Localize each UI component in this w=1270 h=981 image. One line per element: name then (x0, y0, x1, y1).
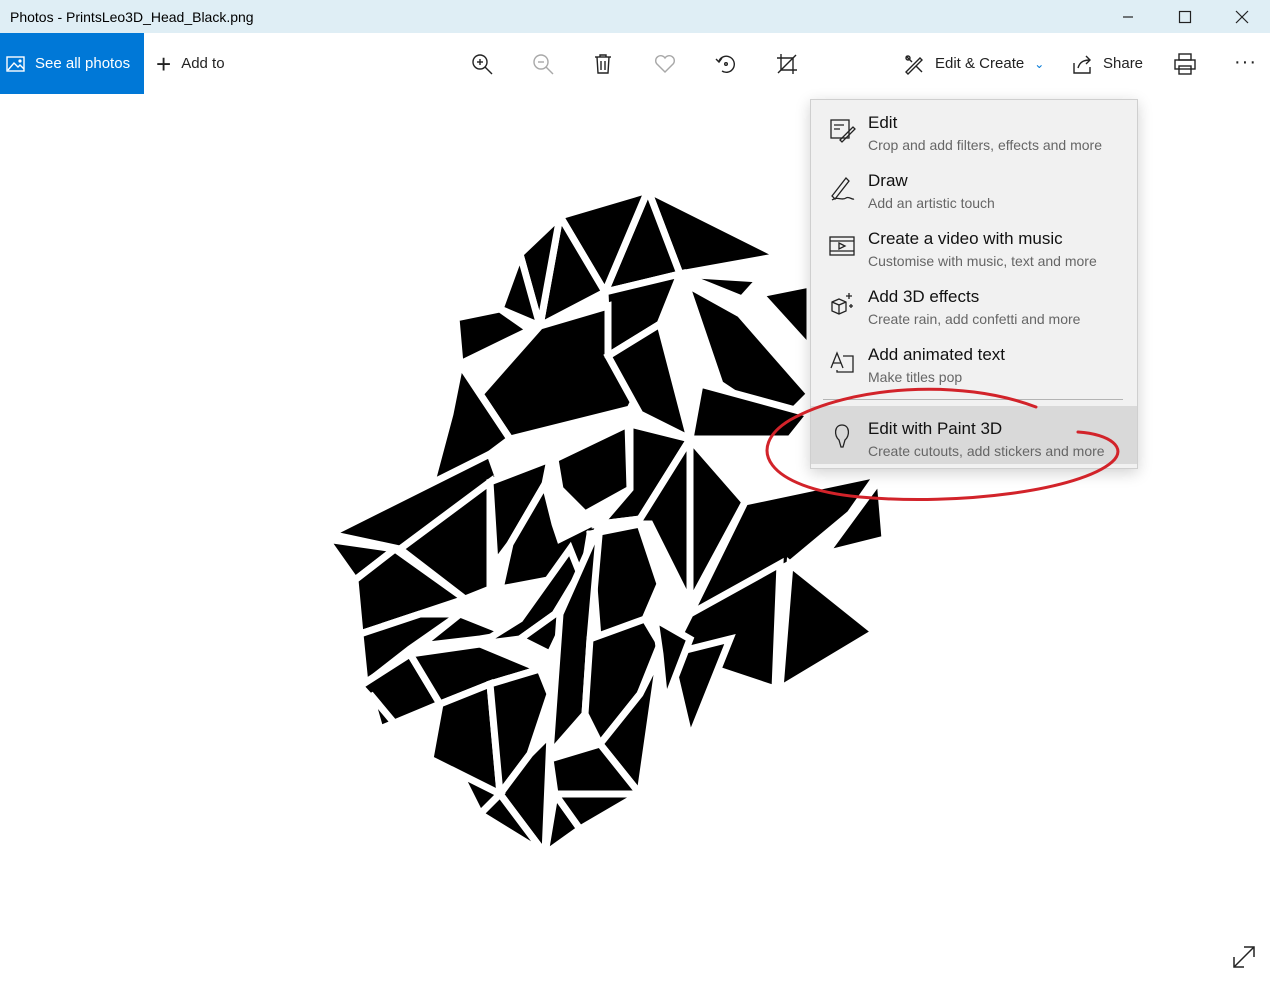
pen-icon (828, 174, 856, 202)
minimize-icon (1122, 15, 1133, 18)
zoom-out-button[interactable] (530, 51, 556, 77)
zoom-in-button[interactable] (469, 51, 495, 77)
share-icon (1073, 55, 1091, 74)
close-button[interactable] (1213, 0, 1270, 33)
menu-item-create-video-desc: Customise with music, text and more (868, 253, 1097, 269)
menu-item-paint3d-label: Edit with Paint 3D (868, 419, 1003, 438)
menu-item-draw-desc: Add an artistic touch (868, 195, 995, 211)
menu-item-3d-effects-desc: Create rain, add confetti and more (868, 311, 1081, 327)
fullscreen-button[interactable] (1230, 943, 1258, 971)
menu-item-animated-text-label: Add animated text (868, 345, 1006, 364)
menu-item-animated-text[interactable]: Add animated text Make titles pop (811, 332, 1137, 390)
crop-button[interactable] (774, 51, 800, 77)
zoom-out-icon (533, 54, 554, 75)
plus-icon: + (156, 48, 172, 79)
edit-create-button[interactable]: Edit & Create ⌄ (903, 33, 1044, 94)
chevron-down-icon: ⌄ (1034, 56, 1045, 71)
more-options-button[interactable]: ··· (1234, 51, 1257, 74)
edit-create-icon (905, 54, 923, 75)
photo-icon (6, 54, 26, 74)
title-bar: Photos - PrintsLeo3D_Head_Black.png (0, 0, 1270, 33)
minimize-button[interactable] (1099, 0, 1156, 33)
menu-item-create-video-label: Create a video with music (868, 229, 1063, 248)
close-icon (1235, 10, 1248, 23)
share-label: Share (1103, 55, 1144, 72)
menu-item-paint3d[interactable]: Edit with Paint 3D Create cutouts, add s… (811, 406, 1137, 464)
see-all-photos-button[interactable]: See all photos (0, 33, 144, 94)
menu-item-edit-desc: Crop and add filters, effects and more (868, 137, 1102, 153)
command-bar: See all photos + Add to Edit & Create ⌄ … (0, 33, 1270, 94)
menu-separator (823, 399, 1123, 400)
menu-item-paint3d-desc: Create cutouts, add stickers and more (868, 443, 1105, 459)
printer-icon (1174, 53, 1196, 75)
edit-create-menu: Edit Crop and add filters, effects and m… (810, 99, 1138, 469)
delete-button[interactable] (590, 51, 616, 77)
add-to-button[interactable]: + Add to (156, 33, 225, 94)
menu-item-edit-label: Edit (868, 113, 898, 132)
add-to-label: Add to (181, 55, 225, 72)
menu-item-3d-effects[interactable]: Add 3D effects Create rain, add confetti… (811, 274, 1137, 332)
maximize-button[interactable] (1156, 0, 1213, 33)
maximize-icon (1178, 10, 1191, 23)
window-controls (1099, 0, 1270, 33)
share-button[interactable]: Share (1071, 33, 1143, 94)
3d-effects-icon (828, 290, 856, 318)
menu-item-3d-effects-label: Add 3D effects (868, 287, 980, 306)
print-button[interactable] (1172, 51, 1198, 77)
menu-item-draw[interactable]: Draw Add an artistic touch (811, 158, 1137, 216)
rotate-button[interactable] (713, 51, 739, 77)
rotate-icon (715, 55, 735, 73)
trash-icon (595, 54, 611, 74)
menu-item-create-video[interactable]: Create a video with music Customise with… (811, 216, 1137, 274)
see-all-photos-label: See all photos (35, 55, 131, 72)
animated-text-icon (828, 348, 856, 376)
menu-item-animated-text-desc: Make titles pop (868, 369, 963, 385)
edit-create-label: Edit & Create (935, 55, 1025, 72)
edit-photo-icon (828, 116, 856, 144)
video-icon (828, 232, 856, 260)
favorite-button[interactable] (652, 51, 678, 77)
menu-item-draw-label: Draw (868, 171, 908, 190)
expand-icon (1233, 946, 1255, 968)
zoom-in-icon (472, 54, 493, 75)
heart-icon (655, 54, 675, 73)
menu-item-edit[interactable]: Edit Crop and add filters, effects and m… (811, 100, 1137, 158)
crop-icon (777, 54, 797, 74)
window-title: Photos - PrintsLeo3D_Head_Black.png (10, 8, 254, 25)
paint3d-icon (828, 422, 856, 450)
